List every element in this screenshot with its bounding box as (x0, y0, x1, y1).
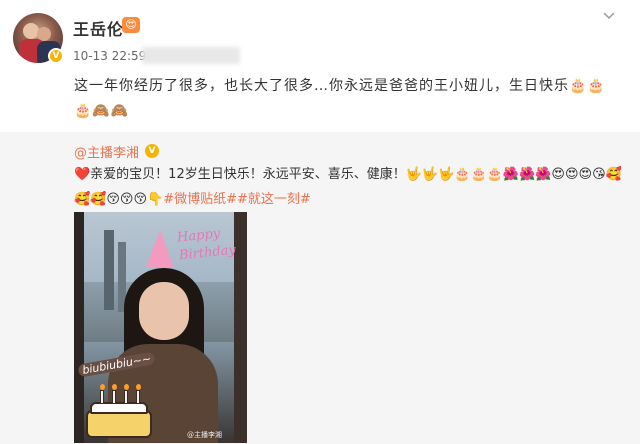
birthday-cake-sticker-icon (86, 384, 152, 438)
blurred-source-label (142, 47, 240, 64)
verified-badge-icon: V (48, 48, 64, 64)
topic-tags-link[interactable]: #微博贴纸##就这一刻# (163, 192, 311, 207)
repost-block[interactable]: @主播李湘 V ❤️亲爱的宝贝！12岁生日快乐！永远平安、喜乐、健康！🤟🤟🤟🎂🎂… (0, 132, 640, 444)
happy-birthday-sticker: Happy Birthday (176, 226, 237, 264)
post-author-name[interactable]: 王岳伦 (73, 16, 124, 40)
birthday-photo[interactable]: Happy Birthday biubiubiu~~ @主播李湘 (74, 212, 247, 443)
post-timestamp[interactable]: 10-13 22:59 (73, 49, 146, 63)
repost-text: ❤️亲爱的宝贝！12岁生日快乐！永远平安、喜乐、健康！🤟🤟🤟🎂🎂🎂🌺🌺🌺😍😍😍😘… (74, 162, 624, 212)
weibo-post: V 王岳伦 😍 10-13 22:59 这一年你经历了很多，也长大了很多…你永远… (0, 0, 640, 444)
repost-text-body: ❤️亲爱的宝贝！12岁生日快乐！永远平安、喜乐、健康！🤟🤟🤟🎂🎂🎂🌺🌺🌺😍😍😍😘… (74, 167, 622, 207)
party-hat-sticker (146, 230, 174, 268)
smiling-face-icon: 😍 (122, 17, 140, 33)
post-text: 这一年你经历了很多，也长大了很多…你永远是爸爸的王小妞儿，生日快乐🎂🎂🎂🙈🙈 (74, 78, 606, 119)
chevron-down-icon[interactable] (603, 10, 615, 22)
image-watermark: @主播李湘 (187, 431, 222, 439)
repost-author-link[interactable]: @主播李湘 (74, 142, 139, 161)
gold-verified-icon: V (145, 144, 159, 158)
